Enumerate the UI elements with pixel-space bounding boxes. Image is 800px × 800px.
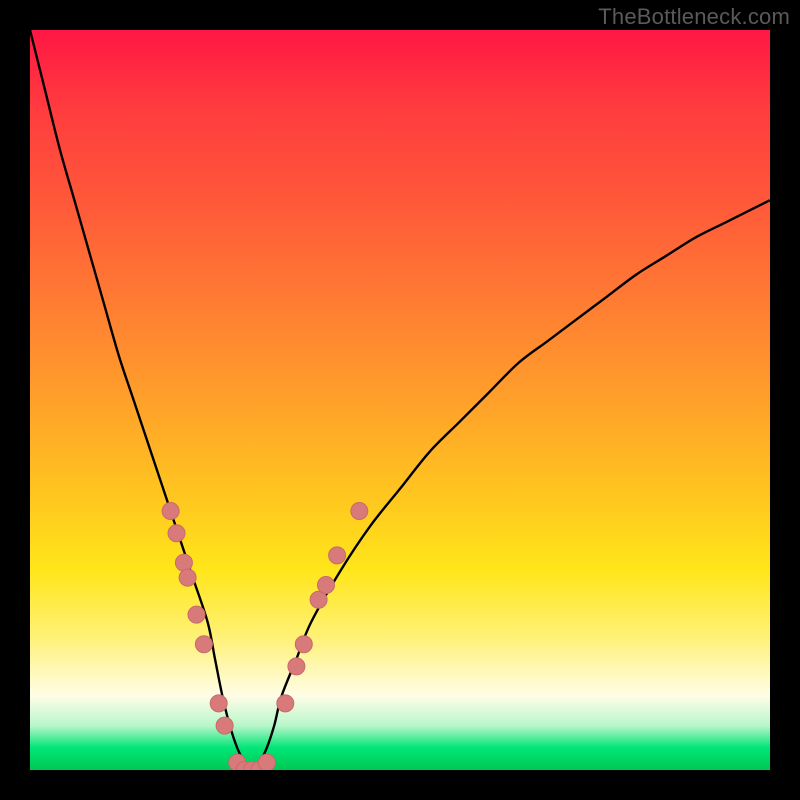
plot-area [30, 30, 770, 770]
watermark-text: TheBottleneck.com [598, 4, 790, 30]
outer-frame: TheBottleneck.com [0, 0, 800, 800]
